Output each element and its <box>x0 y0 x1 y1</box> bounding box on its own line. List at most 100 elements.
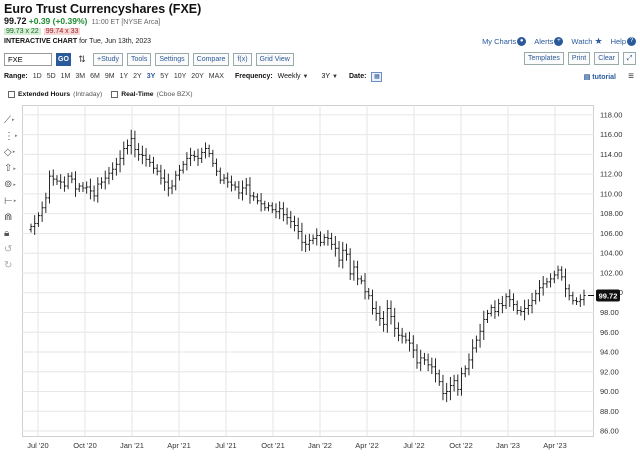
last-price-label: 99.72 <box>599 291 618 300</box>
y-tick-label: 114.00 <box>600 150 622 159</box>
chart-heading: INTERACTIVE CHART for Tue, Jun 13th, 202… <box>4 38 151 45</box>
x-tick-label: Jan '21 <box>120 441 144 450</box>
grid-view-button[interactable]: Grid View <box>255 52 294 66</box>
page-title: Euro Trust Currencyshares (FXE) <box>4 2 202 16</box>
tools-button[interactable]: Tools <box>127 52 152 66</box>
trendline-icon[interactable]: ⟋ ▸ <box>4 112 22 128</box>
range-option[interactable]: 1Y <box>120 73 129 80</box>
range-option[interactable]: 20Y <box>191 73 203 80</box>
range-option[interactable]: 3Y <box>147 73 156 80</box>
price-chart[interactable]: 118.00 116.00 114.00 112.00 110.00 108.00 106.… <box>22 105 636 455</box>
bid-badge: 99.73 x 22 <box>4 28 41 35</box>
x-tick-label: Jan '23 <box>496 441 520 450</box>
my-charts-link[interactable]: My Charts ● <box>482 36 527 47</box>
symbol-input[interactable] <box>4 52 52 66</box>
arrow-icon[interactable]: ⇧ ▸ <box>4 161 22 177</box>
toolbar-right: Templates Print Clear ⤢ <box>523 52 636 65</box>
top-links: My Charts ● Alerts + Watch ★ Help? <box>482 36 636 47</box>
extended-hours-label: Extended Hours <box>18 91 71 98</box>
shape-icon[interactable]: ◇ ▸ <box>4 144 22 160</box>
y-tick-label: 92.00 <box>600 367 619 376</box>
range-option[interactable]: 5Y <box>160 73 169 80</box>
magnet-icon[interactable]: ⋒ <box>4 209 22 225</box>
watch-link[interactable]: Watch ★ <box>571 36 602 47</box>
period-select[interactable]: 3Y ▼ <box>321 73 338 80</box>
templates-button[interactable]: Templates <box>523 52 564 65</box>
star-icon: ★ <box>594 36 603 46</box>
x-tick-label: Jan '22 <box>308 441 332 450</box>
help-label: Help <box>610 36 626 46</box>
help-icon: ? <box>627 37 636 47</box>
range-option[interactable]: 10Y <box>174 73 186 80</box>
range-option[interactable]: 2Y <box>133 73 142 80</box>
range-bar: Range: 1D 5D 1M 3M 6M 9M 1Y 2Y 3Y 5Y 10Y 20Y MAX Fre… <box>4 70 636 83</box>
channel-icon[interactable]: ⋮ ▸ <box>4 128 22 144</box>
alerts-label: Alerts <box>534 36 554 46</box>
real-time-label: Real-Time <box>121 91 154 98</box>
y-tick-label: 88.00 <box>600 407 619 416</box>
fibonacci-icon[interactable]: ⊢ ▸ <box>4 193 22 209</box>
price-change: +0.39 (+0.39%) <box>28 16 88 26</box>
quote-timestamp: 11:00 ET [NYSE Arca] <box>91 19 161 26</box>
my-charts-label: My Charts <box>482 36 517 46</box>
function-button[interactable]: f(x) <box>233 52 252 66</box>
extended-hours-checkbox[interactable]: Extended Hours (Intraday) <box>8 91 102 98</box>
drawing-tools: ⟋ ▸ ⋮ ▸ ◇ ▸ ⇧ ▸ ⊚ ▸ ⊢ ▸ ⋒ 🔒︎ ↺ ↻ <box>4 112 22 274</box>
range-option[interactable]: 9M <box>105 73 115 80</box>
tutorial-link[interactable]: ▤ tutorial <box>584 73 616 81</box>
menu-icon[interactable]: ≡ <box>628 71 634 82</box>
frequency-select[interactable]: Weekly ▼ <box>278 73 309 80</box>
x-tick-label: Jul '20 <box>27 441 48 450</box>
y-tick-label: 106.00 <box>600 229 623 238</box>
range-option[interactable]: 3M <box>75 73 85 80</box>
y-tick-label: 102.00 <box>600 268 623 277</box>
lock-icon[interactable]: 🔒︎ <box>4 225 22 241</box>
x-tick-label: Jul '22 <box>403 441 424 450</box>
help-link[interactable]: Help? <box>611 37 636 47</box>
quote-line: 99.72 +0.39 (+0.39%) 11:00 ET [NYSE Arca… <box>4 16 160 26</box>
checkbox-icon <box>8 91 15 98</box>
x-tick-label: Oct '22 <box>449 441 473 450</box>
chart-date: for Tue, Jun 13th, 2023 <box>79 38 152 45</box>
user-icon: ● <box>517 37 527 47</box>
range-option[interactable]: 5D <box>47 73 56 80</box>
clear-button[interactable]: Clear <box>594 52 619 65</box>
chart-toolbar: GO ⇅ +Study Tools Settings Compare f(x) … <box>4 52 294 66</box>
expand-icon[interactable]: ⤢ <box>623 52 636 65</box>
chevron-down-icon: ▼ <box>302 73 309 80</box>
real-time-checkbox[interactable]: Real-Time (Cboe BZX) <box>111 91 192 98</box>
frequency-label: Frequency: <box>234 73 273 80</box>
settings-button[interactable]: Settings <box>155 52 189 66</box>
y-tick-label: 112.00 <box>600 170 622 179</box>
y-tick-label: 116.00 <box>600 130 622 139</box>
range-options: 1D 5D 1M 3M 6M 9M 1Y 2Y 3Y 5Y 10Y 20Y MAX <box>33 73 224 80</box>
plus-icon: + <box>554 37 564 47</box>
extended-hours-note: (Intraday) <box>73 91 103 98</box>
y-tick-label: 108.00 <box>600 209 623 218</box>
compare-button[interactable]: Compare <box>192 52 230 66</box>
measure-icon[interactable]: ⊚ ▸ <box>4 177 22 193</box>
period-value: 3Y <box>321 73 331 80</box>
x-tick-label: Apr '22 <box>355 441 379 450</box>
sort-icon[interactable]: ⇅ <box>75 54 89 65</box>
undo-icon[interactable]: ↺ <box>4 242 22 258</box>
y-tick-label: 98.00 <box>600 308 619 317</box>
last-price: 99.72 <box>4 16 27 26</box>
alerts-link[interactable]: Alerts + <box>534 36 564 47</box>
range-option[interactable]: 6M <box>90 73 100 80</box>
calendar-icon[interactable]: ▦ <box>371 71 383 82</box>
print-button[interactable]: Print <box>567 52 591 65</box>
bid-ask: 99.73 x 22 99.74 x 33 <box>4 28 81 35</box>
y-tick-label: 90.00 <box>600 387 619 396</box>
range-option[interactable]: 1M <box>61 73 71 80</box>
range-option[interactable]: MAX <box>209 73 224 80</box>
y-tick-label: 86.00 <box>600 427 619 436</box>
x-tick-label: Apr '23 <box>543 441 567 450</box>
redo-icon[interactable]: ↻ <box>4 258 22 274</box>
y-tick-label: 94.00 <box>600 348 619 357</box>
y-tick-label: 104.00 <box>600 249 623 258</box>
range-option[interactable]: 1D <box>33 73 42 80</box>
go-button[interactable]: GO <box>56 52 71 66</box>
study-button[interactable]: +Study <box>93 52 123 66</box>
y-tick-label: 118.00 <box>600 110 622 119</box>
